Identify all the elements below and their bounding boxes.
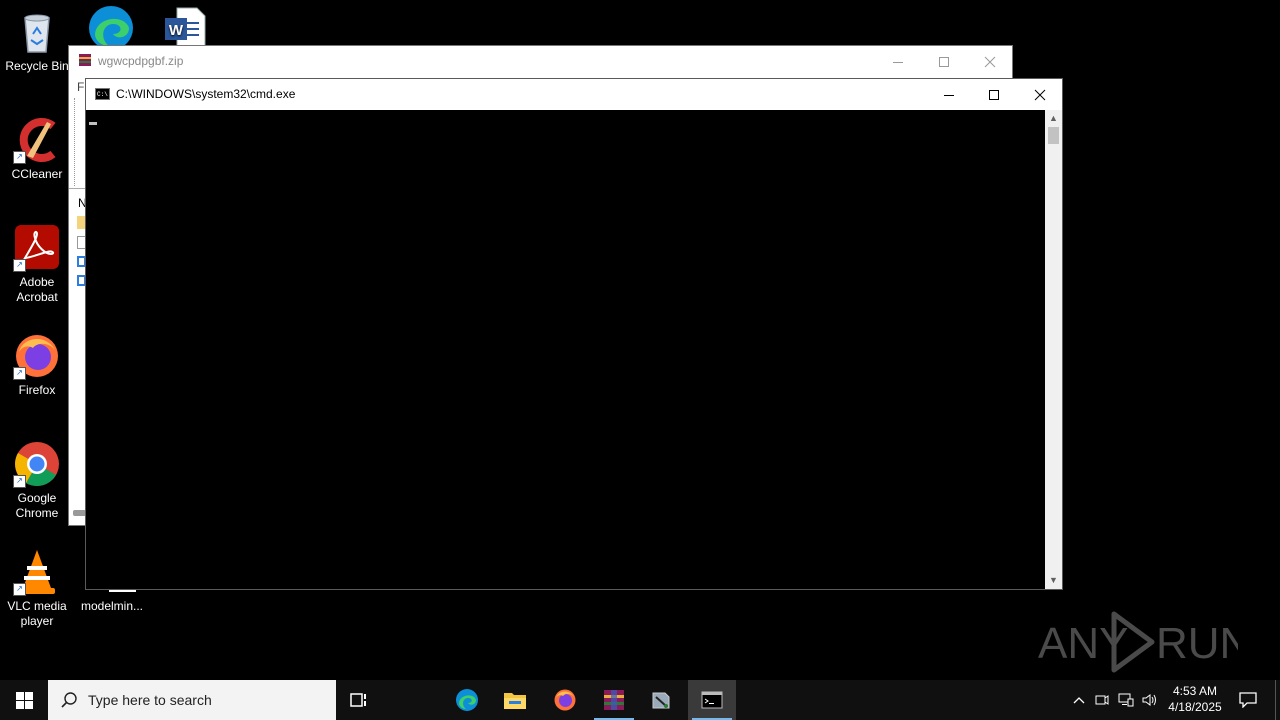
taskbar-winrar-button[interactable] (590, 680, 638, 720)
firefox-icon: ↗ (13, 332, 61, 380)
winrar-maximize-button[interactable] (921, 46, 967, 77)
desktop-icon-label: Adobe Acrobat (16, 275, 58, 304)
cmd-icon (701, 691, 723, 709)
shortcut-arrow-icon: ↗ (13, 151, 26, 164)
task-view-icon (350, 693, 366, 707)
winrar-app-icon (78, 53, 92, 67)
clock-date: 4/18/2025 (1168, 700, 1222, 714)
desktop-icon-label: modelmin... (80, 599, 144, 613)
svg-text:W: W (169, 22, 184, 39)
taskbar-edge-button[interactable] (443, 680, 491, 720)
search-placeholder: Type here to search (88, 692, 212, 708)
desktop-icon-ccleaner[interactable]: ↗ CCleaner (0, 116, 74, 182)
cmd-console-area[interactable] (86, 110, 1046, 589)
taskbar-cmd-button[interactable] (688, 680, 736, 720)
vlc-icon: ↗ (13, 548, 61, 596)
ccleaner-icon: ↗ (13, 116, 61, 164)
taskbar-file-explorer-button[interactable] (491, 680, 539, 720)
text-cursor (89, 122, 97, 125)
shortcut-arrow-icon: ↗ (13, 475, 26, 488)
scroll-up-arrow-icon[interactable]: ▲ (1045, 110, 1062, 127)
winrar-toolbar-divider (74, 98, 76, 186)
action-center-button[interactable] (1224, 680, 1272, 720)
desktop-icon-google-chrome[interactable]: ↗ Google Chrome (0, 440, 74, 521)
shortcut-arrow-icon: ↗ (13, 367, 26, 380)
network-icon[interactable] (1114, 693, 1138, 707)
chrome-icon: ↗ (13, 440, 61, 488)
desktop-icon-vlc-media-player[interactable]: ↗ VLC media player (0, 548, 74, 629)
taskbar: Type here to search 4:53 AM 4/18/2025 (0, 680, 1280, 720)
firefox-icon (554, 689, 576, 711)
scroll-down-arrow-icon[interactable]: ▼ (1045, 572, 1062, 589)
taskbar-clock[interactable]: 4:53 AM 4/18/2025 (1160, 683, 1230, 715)
task-view-button[interactable] (336, 680, 384, 720)
desktop-icon-adobe-acrobat[interactable]: ↗ Adobe Acrobat (0, 224, 74, 305)
winrar-icon (604, 690, 624, 710)
show-desktop-button[interactable] (1275, 680, 1280, 720)
tool-icon (652, 692, 670, 709)
cmd-window[interactable]: C:\ C:\WINDOWS\system32\cmd.exe ▲ ▼ (85, 78, 1063, 590)
taskbar-tool-button[interactable] (637, 680, 685, 720)
winrar-close-button[interactable] (967, 46, 1013, 77)
desktop-icon-label: Google Chrome (15, 491, 59, 520)
winrar-titlebar[interactable]: wgwcpdpgbf.zip (69, 46, 1012, 77)
taskbar-firefox-button[interactable] (541, 680, 589, 720)
folder-icon (504, 693, 526, 709)
desktop-icon-label: CCleaner (11, 167, 63, 181)
cmd-maximize-button[interactable] (971, 79, 1017, 110)
desktop-icon-label: Recycle Bin (5, 59, 69, 73)
windows-logo-icon (15, 691, 33, 709)
desktop-icon-label: VLC media player (7, 599, 67, 628)
cmd-vertical-scrollbar[interactable]: ▲ ▼ (1045, 110, 1062, 589)
show-hidden-icons-chevron-icon[interactable] (1068, 696, 1090, 704)
cmd-minimize-button[interactable] (926, 79, 972, 110)
winrar-minimize-button[interactable] (875, 46, 921, 77)
svg-text:C:\: C:\ (97, 91, 108, 98)
cmd-titlebar[interactable]: C:\ C:\WINDOWS\system32\cmd.exe (86, 79, 1062, 110)
desktop-icon-label: Firefox (18, 383, 56, 397)
shortcut-arrow-icon: ↗ (13, 259, 26, 272)
cmd-app-icon: C:\ (95, 88, 110, 100)
search-icon (60, 691, 78, 714)
start-button[interactable] (0, 680, 48, 720)
taskbar-search-box[interactable]: Type here to search (48, 680, 336, 720)
edge-icon (456, 689, 478, 711)
anyrun-watermark-text-run: RUN (1156, 619, 1238, 668)
volume-icon[interactable] (1138, 693, 1162, 707)
desktop-icon-recycle-bin[interactable]: Recycle Bin (0, 8, 74, 74)
meet-now-icon[interactable] (1090, 693, 1114, 707)
winrar-address-divider (69, 188, 86, 189)
anyrun-watermark: ANY RUN (1038, 608, 1251, 674)
notification-icon (1239, 692, 1257, 708)
recycle-bin-icon (13, 8, 61, 56)
shortcut-arrow-icon: ↗ (13, 583, 26, 596)
winrar-window-title: wgwcpdpgbf.zip (98, 54, 184, 68)
clock-time: 4:53 AM (1172, 684, 1218, 698)
cmd-close-button[interactable] (1017, 79, 1063, 110)
desktop-icon-firefox[interactable]: ↗ Firefox (0, 332, 74, 398)
cmd-window-title: C:\WINDOWS\system32\cmd.exe (116, 87, 296, 101)
system-tray (1068, 680, 1162, 720)
scrollbar-thumb[interactable] (1048, 127, 1059, 144)
adobe-acrobat-icon: ↗ (13, 224, 61, 272)
